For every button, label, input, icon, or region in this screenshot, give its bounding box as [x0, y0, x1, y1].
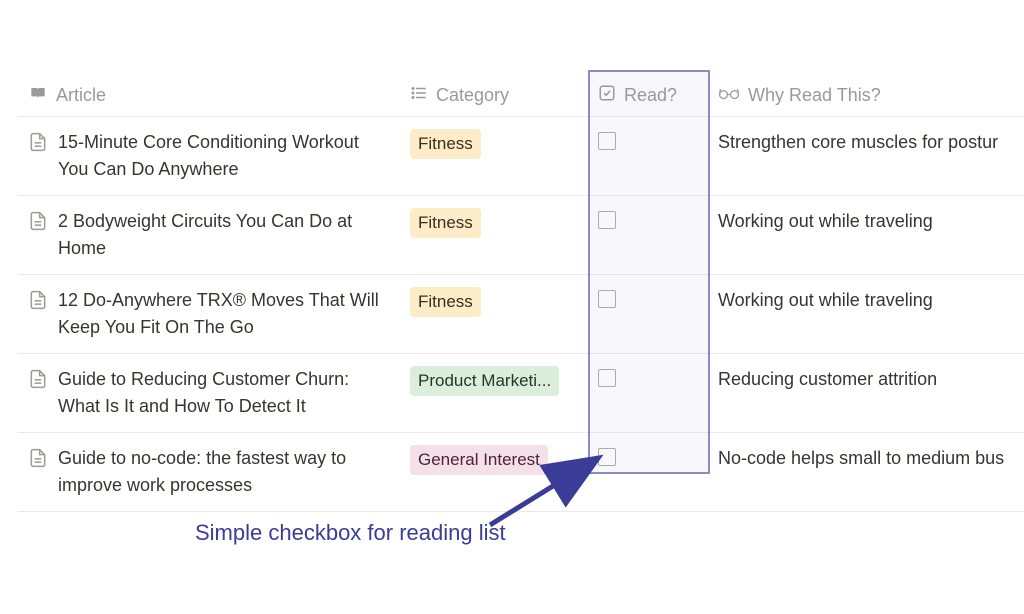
list-icon	[410, 84, 428, 107]
read-cell	[588, 196, 708, 274]
reading-list-table: Article Category Read? Why Read This?	[0, 0, 1024, 512]
annotation-text: Simple checkbox for reading list	[195, 520, 506, 546]
column-header-article[interactable]: Article	[18, 75, 400, 117]
read-checkbox[interactable]	[598, 290, 616, 308]
category-tag: General Interest	[410, 445, 548, 475]
read-cell	[588, 275, 708, 353]
category-tag: Product Marketi...	[410, 366, 559, 396]
column-header-category[interactable]: Category	[400, 75, 588, 117]
column-label: Category	[436, 85, 509, 106]
article-title: Guide to Reducing Customer Churn: What I…	[58, 366, 390, 420]
article-title: 15-Minute Core Conditioning Workout You …	[58, 129, 390, 183]
read-checkbox[interactable]	[598, 132, 616, 150]
why-cell[interactable]: No-code helps small to medium bus	[708, 433, 1024, 511]
why-cell[interactable]: Reducing customer attrition	[708, 354, 1024, 432]
table-row[interactable]: 2 Bodyweight Circuits You Can Do at Home…	[18, 196, 1024, 275]
read-cell	[588, 433, 708, 511]
read-cell	[588, 117, 708, 195]
checkbox-icon	[598, 84, 616, 107]
read-checkbox[interactable]	[598, 211, 616, 229]
page-icon	[28, 368, 48, 398]
category-tag: Fitness	[410, 129, 481, 159]
read-cell	[588, 354, 708, 432]
column-label: Article	[56, 85, 106, 106]
why-cell[interactable]: Working out while traveling	[708, 196, 1024, 274]
why-cell[interactable]: Strengthen core muscles for postur	[708, 117, 1024, 195]
category-cell[interactable]: Product Marketi...	[400, 354, 588, 432]
why-text: Strengthen core muscles for postur	[718, 129, 998, 156]
table-row[interactable]: 12 Do-Anywhere TRX® Moves That Will Keep…	[18, 275, 1024, 354]
category-cell[interactable]: Fitness	[400, 275, 588, 353]
article-cell[interactable]: Guide to no-code: the fastest way to imp…	[18, 433, 400, 511]
article-cell[interactable]: 12 Do-Anywhere TRX® Moves That Will Keep…	[18, 275, 400, 353]
category-tag: Fitness	[410, 208, 481, 238]
column-header-read[interactable]: Read?	[588, 75, 708, 117]
article-cell[interactable]: 2 Bodyweight Circuits You Can Do at Home	[18, 196, 400, 274]
column-label: Read?	[624, 85, 677, 106]
why-text: Working out while traveling	[718, 208, 933, 235]
column-header-why[interactable]: Why Read This?	[708, 75, 1024, 117]
category-cell[interactable]: General Interest	[400, 433, 588, 511]
column-label: Why Read This?	[748, 85, 881, 106]
table-row[interactable]: Guide to Reducing Customer Churn: What I…	[18, 354, 1024, 433]
why-text: Reducing customer attrition	[718, 366, 937, 393]
article-title: 12 Do-Anywhere TRX® Moves That Will Keep…	[58, 287, 390, 341]
why-cell[interactable]: Working out while traveling	[708, 275, 1024, 353]
article-title: 2 Bodyweight Circuits You Can Do at Home	[58, 208, 390, 262]
article-cell[interactable]: Guide to Reducing Customer Churn: What I…	[18, 354, 400, 432]
table-row[interactable]: 15-Minute Core Conditioning Workout You …	[18, 117, 1024, 196]
page-icon	[28, 131, 48, 161]
glasses-icon	[718, 84, 740, 107]
category-cell[interactable]: Fitness	[400, 196, 588, 274]
category-tag: Fitness	[410, 287, 481, 317]
page-icon	[28, 289, 48, 319]
table-row[interactable]: Guide to no-code: the fastest way to imp…	[18, 433, 1024, 512]
table-header: Article Category Read? Why Read This?	[18, 75, 1024, 117]
why-text: No-code helps small to medium bus	[718, 445, 1004, 472]
article-title: Guide to no-code: the fastest way to imp…	[58, 445, 390, 499]
page-icon	[28, 447, 48, 477]
article-cell[interactable]: 15-Minute Core Conditioning Workout You …	[18, 117, 400, 195]
category-cell[interactable]: Fitness	[400, 117, 588, 195]
read-checkbox[interactable]	[598, 448, 616, 466]
book-icon	[28, 83, 48, 108]
page-icon	[28, 210, 48, 240]
why-text: Working out while traveling	[718, 287, 933, 314]
read-checkbox[interactable]	[598, 369, 616, 387]
